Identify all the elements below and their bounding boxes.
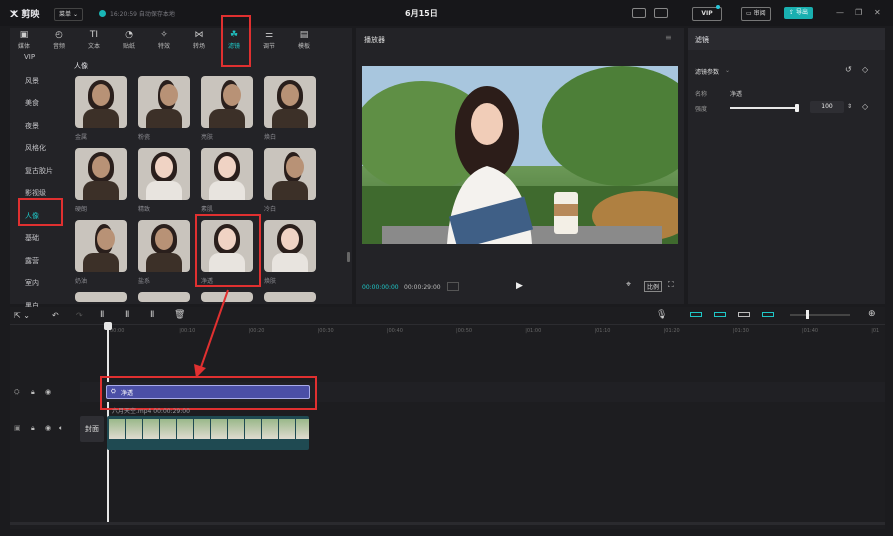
annotation-arrow [194,289,229,378]
